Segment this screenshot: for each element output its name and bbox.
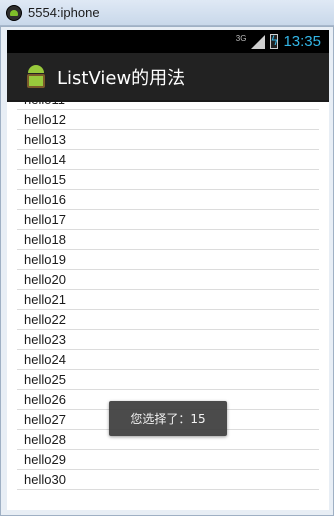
emulator-body: 3G 13:35 ListView的用法 hello11 hello12 hel…: [0, 26, 334, 516]
list-item[interactable]: hello19: [17, 250, 319, 270]
list-item[interactable]: hello20: [17, 270, 319, 290]
window-titlebar: 5554:iphone: [0, 0, 334, 26]
status-clock: 13:35: [283, 33, 321, 50]
list-item[interactable]: hello24: [17, 350, 319, 370]
list-item[interactable]: hello11: [17, 102, 319, 110]
list-item[interactable]: hello18: [17, 230, 319, 250]
emulator-app-icon: [6, 4, 22, 21]
status-bar: 3G 13:35: [7, 30, 329, 53]
list-item[interactable]: hello30: [17, 470, 319, 490]
list-item[interactable]: hello17: [17, 210, 319, 230]
list-item[interactable]: hello23: [17, 330, 319, 350]
app-title: ListView的用法: [57, 67, 186, 89]
selection-toast: 您选择了：15: [109, 401, 227, 436]
network-type-label: 3G: [235, 34, 247, 43]
window-title: 5554:iphone: [28, 5, 100, 20]
android-robot-icon[interactable]: [25, 63, 47, 91]
list-view-container[interactable]: hello11 hello12 hello13 hello14 hello15 …: [7, 102, 329, 510]
list-item[interactable]: hello21: [17, 290, 319, 310]
list-item[interactable]: hello25: [17, 370, 319, 390]
list-item[interactable]: hello12: [17, 110, 319, 130]
list-item[interactable]: hello13: [17, 130, 319, 150]
list-item[interactable]: hello15: [17, 170, 319, 190]
list-item[interactable]: hello29: [17, 450, 319, 470]
list-item[interactable]: hello16: [17, 190, 319, 210]
action-bar: ListView的用法: [7, 53, 329, 102]
list-item[interactable]: hello14: [17, 150, 319, 170]
battery-charging-icon: [270, 34, 279, 49]
list-item[interactable]: hello22: [17, 310, 319, 330]
signal-strength-icon: [251, 34, 266, 49]
device-screen: 3G 13:35 ListView的用法 hello11 hello12 hel…: [7, 30, 329, 510]
